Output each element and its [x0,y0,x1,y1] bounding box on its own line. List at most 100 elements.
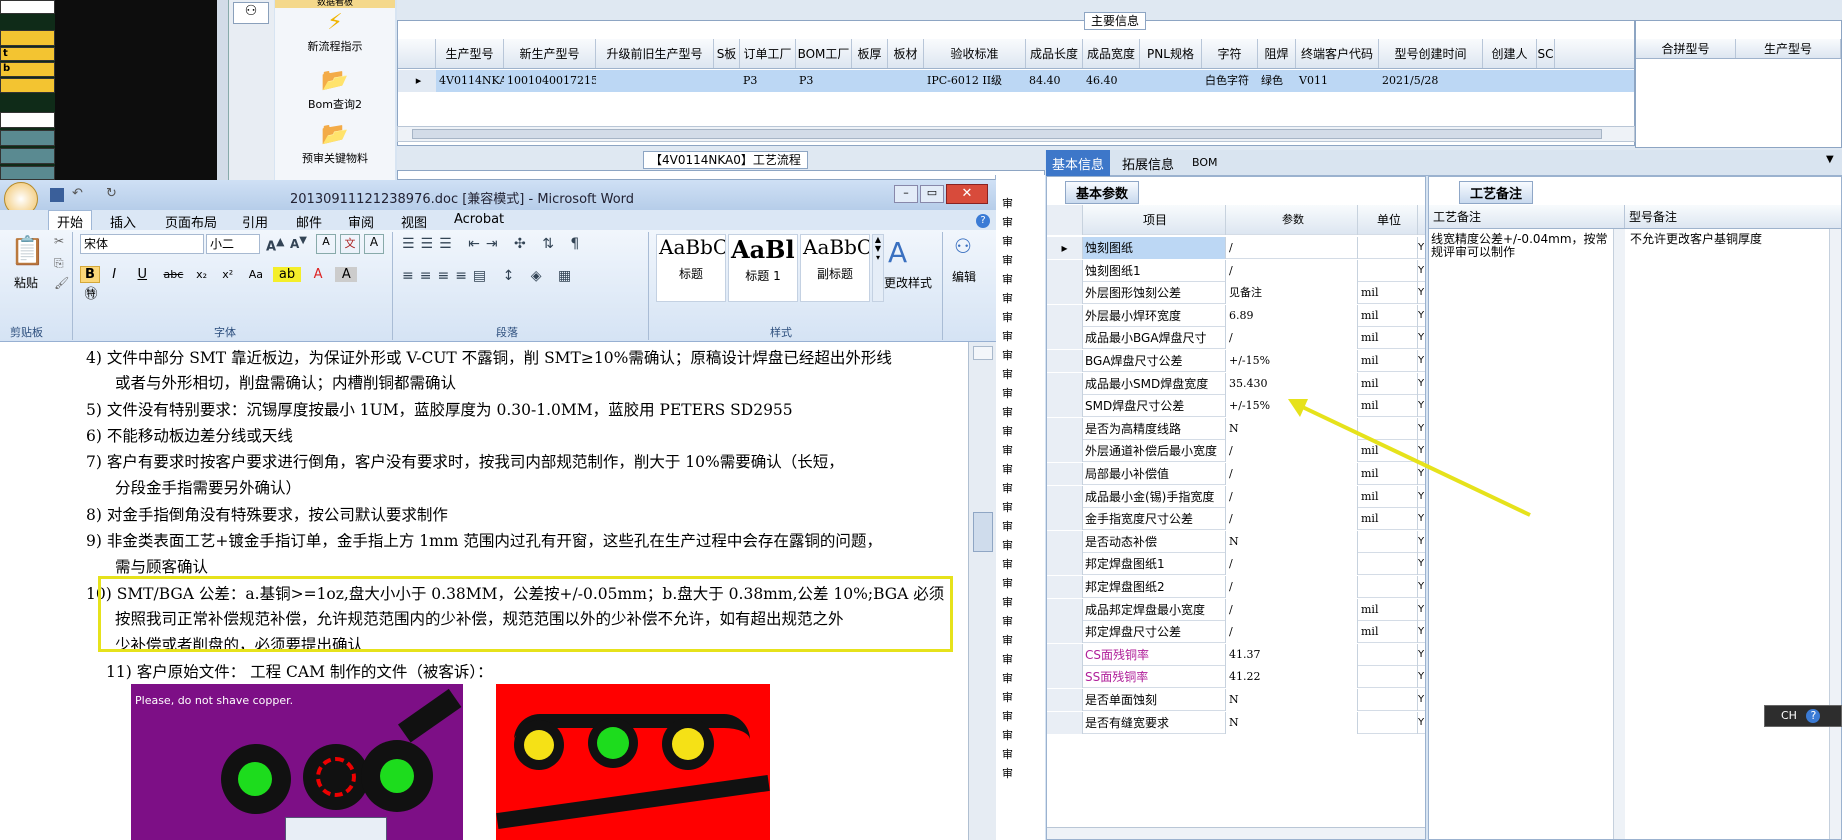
param-flag[interactable]: Y [1418,282,1425,304]
edit-button[interactable]: 编辑 [952,268,976,285]
list-row[interactable] [0,166,55,180]
list-row[interactable] [0,0,55,14]
char-border-button[interactable]: A [364,234,384,254]
style-title[interactable]: AaBbC 标题 [656,234,726,302]
grow-font-button[interactable]: A▲ [266,235,284,254]
status-cell[interactable]: 审 [1002,765,1013,781]
column-header[interactable]: 阻焊 [1258,39,1296,68]
param-flag[interactable]: Y [1418,327,1425,349]
param-row[interactable]: CS面残铜率 41.37 Y [1047,643,1425,666]
column-header[interactable]: 订单工厂 [740,39,796,68]
column-header[interactable]: 单位 [1358,205,1418,235]
param-unit[interactable]: mil [1358,304,1418,327]
cut-icon[interactable]: ✂ [54,234,64,248]
paste-label[interactable]: 粘贴 [14,274,38,291]
status-cell[interactable]: 审 [1002,594,1013,610]
param-value[interactable]: / [1226,553,1358,576]
grid-cell[interactable] [888,70,924,92]
column-header[interactable]: 项目 [1083,205,1226,235]
status-cell[interactable]: 审 [1002,575,1013,591]
binoculars-icon[interactable]: ⚇ [954,234,972,258]
param-name[interactable]: 邦定焊盘图纸1 [1083,553,1226,576]
param-name[interactable]: 成品最小金(锡)手指宽度 [1083,485,1226,508]
list-buttons[interactable]: ☰☰☰ ⇤⇥ ✣ ⇅ ¶ [402,236,585,252]
param-name[interactable]: 蚀刻图纸 [1083,237,1226,259]
strikethrough-button[interactable]: abc [160,268,186,281]
param-value[interactable]: / [1226,598,1358,621]
param-value[interactable]: 6.89 [1226,304,1358,327]
column-header[interactable]: 型号创建时间 [1379,39,1483,68]
param-unit[interactable] [1358,711,1418,734]
format-painter-icon[interactable]: 🖌 [54,276,69,290]
param-name[interactable]: 成品最小SMD焊盘宽度 [1083,372,1226,395]
status-cell[interactable]: 审 [1002,727,1013,743]
clear-format-button[interactable]: A [316,234,336,254]
tab-view[interactable]: 视图 [401,212,427,231]
column-header[interactable]: 验收标准 [924,39,1026,68]
param-row[interactable]: 邦定焊盘图纸2/ Y [1047,576,1425,598]
superscript-button[interactable]: x² [217,268,239,281]
grid-cell[interactable]: V011 [1296,70,1379,92]
grid-cell[interactable] [1483,70,1537,92]
param-flag[interactable]: Y [1418,666,1425,688]
column-header[interactable]: 板材 [888,39,924,68]
status-cell[interactable]: 审 [1002,746,1013,762]
param-unit[interactable] [1358,259,1418,282]
grid-cell[interactable] [1537,70,1555,92]
binoculars-icon[interactable]: ⚇ [233,2,269,24]
status-cell[interactable]: 审 [1002,556,1013,572]
change-case-button[interactable]: Aa [243,268,269,281]
column-header[interactable]: 成品长度 [1026,39,1083,68]
status-cell[interactable]: 审 [1002,195,1013,211]
param-row[interactable]: 是否有缝宽要求 N Y [1047,711,1425,734]
column-header[interactable]: 参数 [1226,205,1358,235]
param-name[interactable]: BGA焊盘尺寸公差 [1083,350,1226,372]
font-size-select[interactable]: 小二 [206,234,260,254]
grid-cell[interactable]: 白色字符 [1202,70,1258,92]
grid-cell[interactable]: 84.40 [1026,70,1083,92]
list-row[interactable]: b [0,62,55,77]
grid-cell[interactable] [1140,70,1202,92]
param-row[interactable]: 邦定焊盘尺寸公差 / mil Y [1047,621,1425,644]
undo-icon[interactable]: ↶ [72,186,83,201]
param-value[interactable]: 41.37 [1226,643,1358,666]
param-row[interactable]: 外层最小焊环宽度 6.89 mil Y [1047,304,1425,327]
underline-button[interactable]: U [128,267,156,282]
column-header[interactable]: 创建人 [1483,39,1537,68]
param-name[interactable]: 外层通道补偿后最小宽度 [1083,440,1226,463]
status-cell[interactable]: 审 [1002,366,1013,382]
process-note-text[interactable]: 线宽精度公差+/-0.04mm，按常规评审可以制作 [1431,233,1615,259]
tab-acrobat[interactable]: Acrobat [454,212,504,227]
column-header[interactable]: SC [1537,39,1555,68]
subscript-button[interactable]: x₂ [191,268,213,281]
param-name[interactable]: 是否为高精度线路 [1083,417,1226,440]
param-row[interactable]: 蚀刻图纸1/ Y [1047,259,1425,282]
list-row[interactable] [0,30,55,46]
help-icon[interactable]: ? [976,214,990,228]
status-cell[interactable]: 审 [1002,537,1013,553]
param-name[interactable]: 外层最小焊环宽度 [1083,304,1226,327]
param-value[interactable]: / [1226,621,1358,644]
copy-icon[interactable]: ⎘ [54,256,64,271]
tab-home[interactable]: 开始 [48,210,93,231]
grid-cell[interactable]: 4V0114NKA0 [436,70,504,92]
status-cell[interactable]: 审 [1002,613,1013,629]
phonetic-guide-button[interactable]: 文 [340,234,360,254]
status-cell[interactable]: 审 [1002,518,1013,534]
status-cell[interactable]: 审 [1002,708,1013,724]
save-icon[interactable] [50,188,64,202]
param-flag[interactable]: Y [1418,553,1425,575]
status-cell[interactable]: 审 [1002,632,1013,648]
param-value[interactable]: +/-15% [1226,350,1358,372]
param-row[interactable]: 成品最小BGA焊盘尺寸 / mil Y [1047,327,1425,350]
param-name[interactable]: 邦定焊盘图纸2 [1083,576,1226,598]
param-name[interactable]: 邦定焊盘尺寸公差 [1083,621,1226,644]
column-header[interactable]: 生产型号 [436,39,504,68]
grid-cell[interactable]: P3 [740,70,796,92]
status-cell[interactable]: 审 [1002,214,1013,230]
column-header[interactable]: 生产型号 [1736,39,1841,58]
param-value[interactable]: 见备注 [1226,282,1358,305]
grid-cell[interactable]: 绿色 [1258,70,1296,92]
param-unit[interactable] [1358,237,1418,259]
minimize-button[interactable]: – [894,185,918,203]
